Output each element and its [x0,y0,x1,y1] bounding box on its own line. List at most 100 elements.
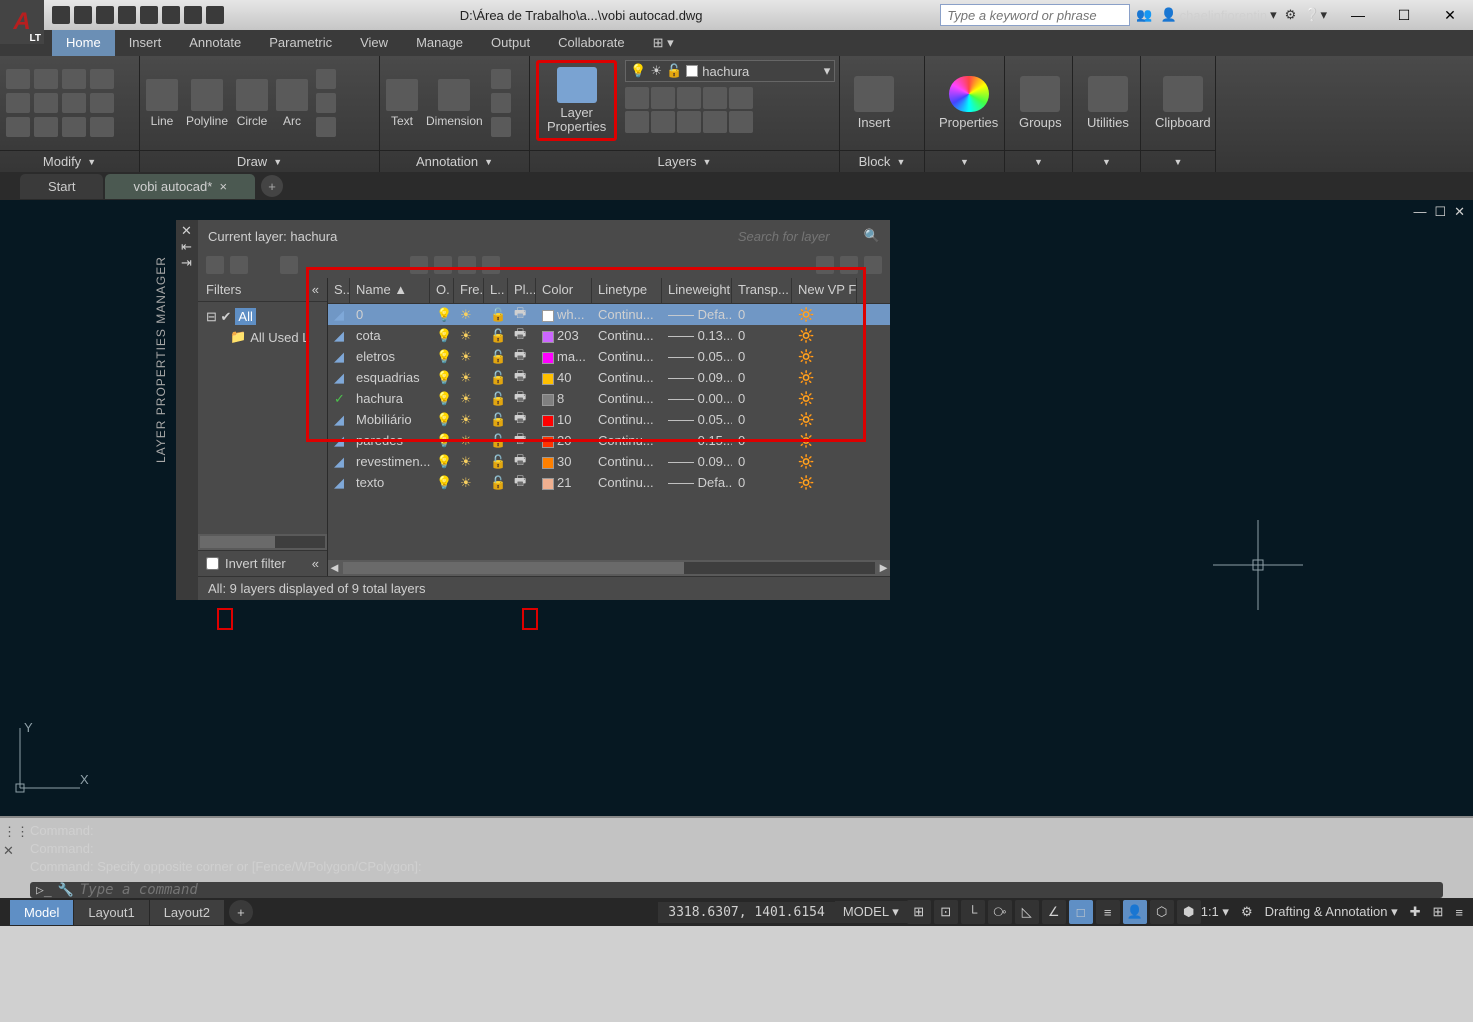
scale-icon[interactable] [34,117,58,137]
new-layer-icon[interactable] [410,256,428,274]
qat-save-icon[interactable] [96,6,114,24]
ribbon-tab-annotate[interactable]: Annotate [175,30,255,56]
table-icon[interactable] [491,117,511,137]
scale1-icon[interactable] [491,93,511,113]
layer-dropdown[interactable]: 💡 ☀ 🔓 hachura ▾ [625,60,835,82]
panel-arrow-icon[interactable]: ▼ [484,157,493,167]
col-plot[interactable]: Pl... [508,278,536,303]
polar-toggle-icon[interactable]: ⧂ [988,900,1012,924]
cmd-grip-icon[interactable]: ⋮⋮ [3,824,25,840]
panel-arrow-icon[interactable]: ▼ [1102,157,1111,167]
new-filter-icon[interactable] [206,256,224,274]
stretch-icon[interactable] [6,117,30,137]
command-input[interactable] [80,882,1437,898]
cmd-close-icon[interactable]: ✕ [3,843,25,859]
col-color[interactable]: Color [536,278,592,303]
col-status[interactable]: S.. [328,278,350,303]
layer-search-input[interactable] [738,229,858,244]
anno-toggle-icon[interactable]: ⬢ [1177,900,1201,924]
qat-redo-icon[interactable] [184,6,202,24]
col-newvp[interactable]: New VP F... [792,278,857,303]
col-name[interactable]: Name ▲ [350,278,430,303]
osnap-toggle-icon[interactable]: □ [1069,900,1093,924]
search-icon[interactable]: 🔍 [864,228,880,244]
drawing-area[interactable]: — ☐ ✕ ✕ ⇤ ⇥ LAYER PROPERTIES MANAGER Cur… [0,200,1473,816]
clipboard-tool[interactable]: Clipboard [1147,72,1219,134]
layer-row[interactable]: ◢eletros💡☀🔓🖶ma...Continu...—— 0.05...0🔆 [328,346,890,367]
filter-all[interactable]: ⊟ ✔ All [206,306,319,327]
settings-icon[interactable] [864,256,882,274]
minimize-button[interactable]: — [1335,0,1381,30]
move-icon[interactable] [6,69,30,89]
panel-arrow-icon[interactable]: ▼ [703,157,712,167]
panel-arrow-icon[interactable]: ▼ [1034,157,1043,167]
maximize-button[interactable]: ☐ [1381,0,1427,30]
col-transparency[interactable]: Transp... [732,278,792,303]
qat-undo-icon[interactable] [162,6,180,24]
layer-row[interactable]: ◢cota💡☀🔓🖶203Continu...—— 0.13...0🔆 [328,325,890,346]
layer-row[interactable]: ✓hachura💡☀🔓🖶8Continu...—— 0.00...0🔆 [328,388,890,409]
vc-close-icon[interactable]: ✕ [1454,204,1465,220]
otrack-toggle-icon[interactable]: ∠ [1042,900,1066,924]
li8[interactable] [677,111,701,133]
signin-button[interactable]: 👥 [1136,7,1152,23]
ribbon-tab-collaborate[interactable]: Collaborate [544,30,639,56]
collapse-icon[interactable]: « [312,556,319,571]
doc-tab-active[interactable]: vobi autocad* × [105,174,255,199]
freeze-new-icon[interactable] [434,256,452,274]
offset-icon[interactable] [90,117,114,137]
utilities-tool[interactable]: Utilities [1079,72,1137,134]
li6[interactable] [625,111,649,133]
workspace-menu[interactable]: Drafting & Annotation ▾ [1265,904,1398,920]
dimension-tool[interactable]: Dimension [426,79,483,128]
mirror-icon[interactable] [34,93,58,113]
col-lock[interactable]: L.. [484,278,508,303]
col-linetype[interactable]: Linetype [592,278,662,303]
li3[interactable] [677,87,701,109]
layout-tab-1[interactable]: Layout1 [74,900,148,925]
groups-tool[interactable]: Groups [1011,72,1070,134]
set-current-icon[interactable] [482,256,500,274]
collapse-filters-icon[interactable]: « [312,282,319,297]
vc-min-icon[interactable]: — [1413,204,1426,220]
li1[interactable] [625,87,649,109]
toggle-icon[interactable] [840,256,858,274]
search-input[interactable] [940,4,1130,26]
qat-plot-icon[interactable] [140,6,158,24]
ribbon-tab-output[interactable]: Output [477,30,544,56]
array-icon[interactable] [62,117,86,137]
iso-toggle-icon[interactable]: ◺ [1015,900,1039,924]
close-panel-icon[interactable]: ✕ [181,223,193,235]
layout-tab-2[interactable]: Layout2 [150,900,224,925]
add-doc-tab[interactable]: + [261,175,283,197]
snap-toggle-icon[interactable]: ⊡ [934,900,958,924]
col-on[interactable]: O. [430,278,454,303]
circle-tool[interactable]: Circle [236,79,268,128]
layer-row[interactable]: ◢esquadrias💡☀🔓🖶40Continu...—— 0.09...0🔆 [328,367,890,388]
ribbon-tab-view[interactable]: View [346,30,402,56]
li4[interactable] [703,87,727,109]
ribbon-tab-manage[interactable]: Manage [402,30,477,56]
insert-block-tool[interactable]: Insert [846,72,902,134]
arc-tool[interactable]: Arc [276,79,308,128]
expand2-icon[interactable]: ⊞ [1433,904,1444,920]
layout-tab-model[interactable]: Model [10,900,73,925]
wrench-icon[interactable]: 🔧 [58,882,74,898]
dock-icon[interactable]: ⇥ [181,255,193,267]
layer-row[interactable]: ◢Mobiliário💡☀🔓🖶10Continu...—— 0.05...0🔆 [328,409,890,430]
text-tool[interactable]: Text [386,79,418,128]
col-freeze[interactable]: Fre... [454,278,484,303]
li5[interactable] [729,87,753,109]
panel-arrow-icon[interactable]: ▼ [1174,157,1183,167]
vc-max-icon[interactable]: ☐ [1434,204,1446,220]
ribbon-tab-featured[interactable]: ⊞ ▾ [639,30,688,56]
invert-filter-checkbox[interactable] [206,557,219,570]
filter-used[interactable]: 📁 All Used L [206,327,319,347]
layer-row[interactable]: ◢texto💡☀🔓🖶21Continu...—— Defa...0🔆 [328,472,890,493]
model-paper-toggle[interactable]: MODEL ▾ [835,901,907,923]
refresh-icon[interactable] [816,256,834,274]
properties-tool[interactable]: Properties [931,72,1006,134]
pin-icon[interactable]: ⇤ [181,239,193,251]
qat-new-icon[interactable] [52,6,70,24]
gear2-icon[interactable]: ⚙ [1241,904,1253,920]
